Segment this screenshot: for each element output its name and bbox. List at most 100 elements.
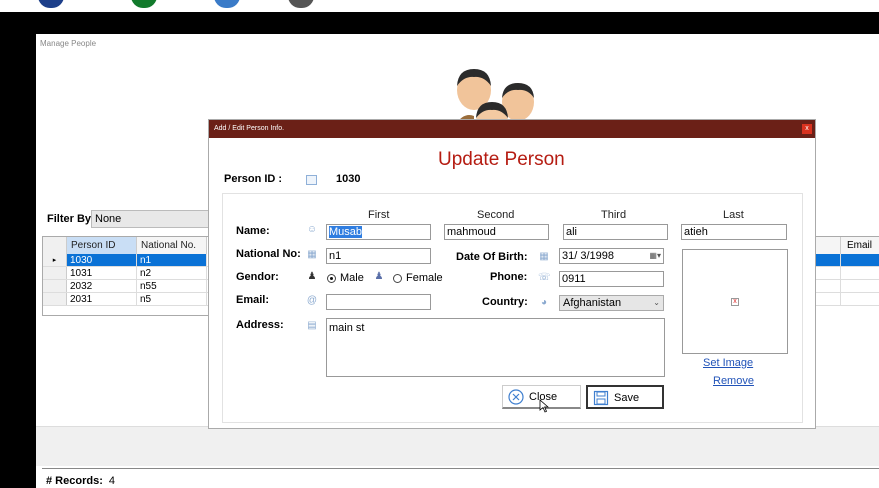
- cell-national-no: n2: [137, 267, 207, 279]
- second-name-field[interactable]: mahmoud: [444, 224, 549, 240]
- id-card-icon: ▦: [307, 249, 317, 260]
- name-label: Name:: [236, 225, 270, 237]
- third-name-field[interactable]: ali: [563, 224, 668, 240]
- gendor-label: Gendor:: [236, 271, 279, 283]
- save-button[interactable]: Save: [586, 385, 664, 409]
- dialog-title-bar[interactable]: Add / Edit Person Info. x: [209, 120, 815, 138]
- mouse-cursor-icon: [539, 399, 549, 413]
- records-value: 4: [108, 475, 115, 487]
- chevron-down-icon: ⌄: [653, 298, 660, 307]
- table-row[interactable]: [816, 280, 879, 293]
- col-header-third: Third: [601, 209, 627, 221]
- phone-field[interactable]: 0911: [559, 271, 664, 287]
- last-name-field[interactable]: atieh: [681, 224, 787, 240]
- female-label: Female: [406, 272, 443, 284]
- divider: [42, 468, 879, 469]
- person-id-value: 1030: [336, 173, 361, 185]
- at-icon: @: [306, 295, 318, 306]
- id-card-icon: [306, 175, 317, 185]
- save-button-label: Save: [614, 392, 640, 404]
- save-icon: [593, 390, 609, 406]
- calendar-dropdown-icon[interactable]: ▦▾: [649, 249, 661, 262]
- table-row[interactable]: [816, 254, 879, 267]
- screen: Manage People Filter By: None Person ID …: [0, 0, 879, 488]
- cell-national-no: n55: [137, 280, 207, 292]
- country-label: Country:: [482, 296, 528, 308]
- address-field[interactable]: main st: [326, 318, 665, 377]
- broken-image-icon: x: [731, 298, 739, 306]
- app-icon[interactable]: [131, 0, 157, 8]
- table-row[interactable]: [816, 267, 879, 280]
- first-name-field[interactable]: Musab: [326, 224, 431, 240]
- remove-image-link[interactable]: Remove: [713, 375, 754, 387]
- dob-value: 31/ 3/1998: [562, 250, 614, 262]
- person-image: x: [682, 249, 788, 354]
- people-grid-right-part[interactable]: Email: [816, 236, 879, 316]
- female-radio[interactable]: [393, 274, 402, 283]
- table-row[interactable]: ▸ 1030 n1: [43, 254, 213, 267]
- row-selector-header: [43, 237, 67, 254]
- col-header-last: Last: [723, 209, 744, 221]
- bottom-panel: [36, 426, 879, 466]
- date-of-birth-picker[interactable]: 31/ 3/1998 ▦▾: [559, 248, 664, 264]
- filter-label: Filter By:: [47, 213, 95, 225]
- set-image-link[interactable]: Set Image: [703, 357, 753, 369]
- national-no-field[interactable]: n1: [326, 248, 431, 264]
- address-label: Address:: [236, 319, 284, 331]
- cell-person-id: 2031: [67, 293, 137, 305]
- email-field[interactable]: [326, 294, 431, 310]
- row-selector: [43, 293, 67, 305]
- document-icon: ▤: [307, 320, 317, 331]
- table-row[interactable]: 2032 n55: [43, 280, 213, 293]
- cell-person-id: 1030: [67, 254, 137, 266]
- column-header[interactable]: [816, 237, 841, 254]
- cell-person-id: 2032: [67, 280, 137, 292]
- cell-national-no: n1: [137, 254, 207, 266]
- cell-national-no: n5: [137, 293, 207, 305]
- table-row[interactable]: 2031 n5: [43, 293, 213, 306]
- female-icon: ♟: [374, 271, 384, 282]
- column-header-national-no[interactable]: National No.: [137, 237, 207, 254]
- row-selector: [43, 267, 67, 279]
- add-edit-person-dialog: Add / Edit Person Info. x Update Person …: [208, 119, 816, 429]
- grid-header: Email: [816, 237, 879, 254]
- grid-header: Person ID National No.: [43, 237, 213, 254]
- row-selector: [43, 280, 67, 292]
- national-no-label: National No:: [236, 248, 301, 260]
- page-title: Update Person: [438, 149, 565, 170]
- dob-label: Date Of Birth:: [456, 251, 528, 263]
- person-info-panel: First Second Third Last Name: ☺ Musab ma…: [222, 193, 803, 423]
- close-circle-icon: [508, 389, 524, 405]
- cell-person-id: 1031: [67, 267, 137, 279]
- records-label: # Records:: [46, 475, 103, 487]
- people-grid[interactable]: Person ID National No. ▸ 1030 n1 1031 n2…: [42, 236, 214, 316]
- col-header-second: Second: [477, 209, 515, 221]
- male-icon: ♟: [307, 271, 317, 282]
- phone-label: Phone:: [490, 271, 528, 283]
- records-count: # Records: 4: [46, 475, 115, 487]
- phone-icon: ☏: [538, 272, 551, 283]
- column-header-email[interactable]: Email: [841, 237, 879, 254]
- col-header-first: First: [368, 209, 390, 221]
- window-title: Manage People: [40, 39, 97, 48]
- user-icon: ☺: [306, 224, 318, 235]
- taskbar-strip: [0, 0, 879, 12]
- app-icon[interactable]: [214, 0, 240, 8]
- email-label: Email:: [236, 294, 270, 306]
- male-radio[interactable]: [327, 274, 336, 283]
- column-header-person-id[interactable]: Person ID: [67, 237, 137, 254]
- app-icon[interactable]: [38, 0, 64, 8]
- app-icon[interactable]: [288, 0, 314, 8]
- country-select[interactable]: Afghanistan ⌄: [559, 295, 664, 311]
- country-value: Afghanistan: [563, 297, 622, 309]
- male-label: Male: [340, 272, 364, 284]
- close-icon[interactable]: x: [802, 124, 812, 134]
- filter-select[interactable]: None: [91, 210, 211, 228]
- table-row[interactable]: 1031 n2: [43, 267, 213, 280]
- person-id-label: Person ID :: [224, 173, 283, 185]
- table-row[interactable]: [816, 293, 879, 306]
- row-pointer-icon: ▸: [43, 254, 67, 266]
- dialog-title: Add / Edit Person Info.: [214, 125, 285, 132]
- calendar-icon: ▦: [539, 251, 549, 262]
- globe-icon: ◕: [540, 297, 548, 308]
